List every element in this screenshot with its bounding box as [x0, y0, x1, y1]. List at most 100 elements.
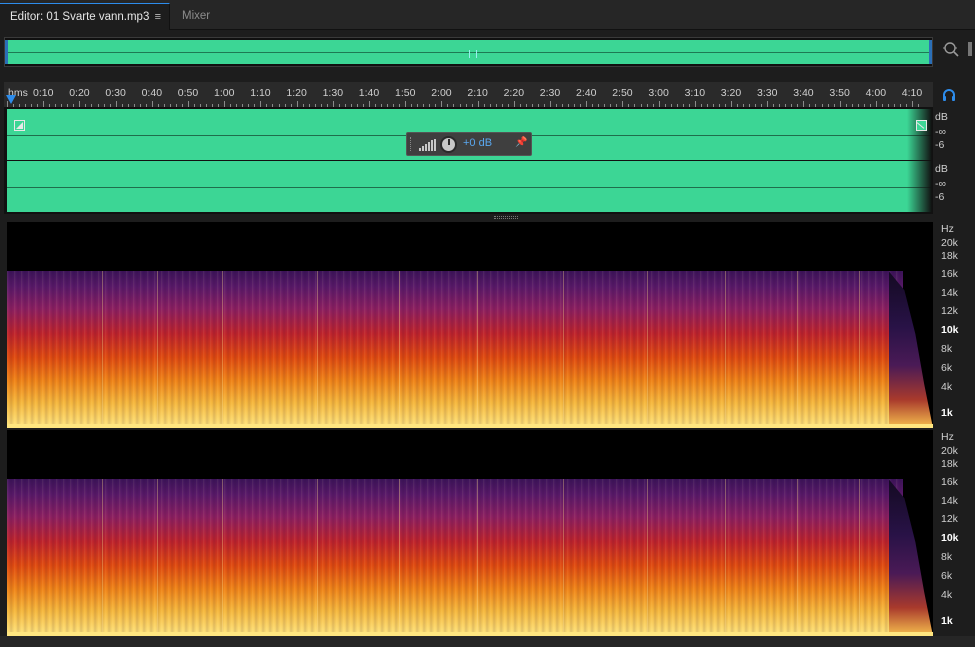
spectral-transient [317, 479, 318, 636]
hz-label: 20k [941, 237, 958, 249]
hz-label: 6k [941, 362, 953, 374]
ruler-tick [429, 104, 431, 107]
ruler-tick [598, 104, 600, 107]
volume-hud[interactable]: +0 dB 📌 [406, 132, 532, 156]
hz-unit: Hz [941, 431, 954, 443]
time-ruler[interactable]: hms 0:10 0:20 0:30 0:40 0:50 1:00 1:10 1:20 1:30… [4, 82, 933, 108]
spectral-transient [563, 271, 564, 428]
hz-label: 8k [941, 551, 953, 563]
ruler-time-label: 2:10 [467, 87, 488, 99]
ruler-tick [350, 104, 352, 107]
zoom-icon[interactable] [940, 40, 962, 62]
status-strip [0, 636, 975, 647]
waveform-channel-right[interactable] [7, 161, 933, 212]
ruler-tick [513, 101, 515, 107]
ruler-tick [586, 101, 588, 107]
view-splitter[interactable] [4, 214, 933, 222]
ruler-tick [676, 104, 678, 107]
ruler-tick [61, 104, 63, 107]
spectral-transient [477, 271, 478, 428]
hz-label: 20k [941, 445, 958, 457]
ruler-tick [242, 104, 244, 107]
tab-mixer[interactable]: Mixer [172, 3, 220, 30]
gain-value[interactable]: +0 dB [463, 137, 492, 149]
ruler-tick [139, 104, 141, 107]
hz-label: 12k [941, 305, 958, 317]
gain-knob[interactable] [440, 136, 457, 153]
ruler-tick [489, 104, 491, 107]
hz-label: 4k [941, 381, 953, 393]
ruler-time-label: 3:40 [793, 87, 814, 99]
spectral-transient [563, 479, 564, 636]
hz-label: 18k [941, 458, 958, 470]
tab-editor[interactable]: Editor: 01 Svarte vann.mp3 ≡ [0, 3, 170, 30]
ruler-time-label: 3:10 [684, 87, 706, 99]
fade-out-handle-icon[interactable] [916, 120, 927, 131]
fade-in-handle-icon[interactable] [14, 120, 25, 131]
ruler-time-label: 0:20 [69, 87, 90, 99]
db-scale-channel-1: dB -∞ -6 [935, 111, 975, 151]
ruler-tick [441, 101, 443, 107]
pin-icon[interactable]: 📌 [515, 137, 527, 148]
hz-unit: Hz [941, 223, 954, 235]
ruler-tick [658, 101, 660, 107]
ruler-tick [206, 104, 208, 107]
headphone-icon[interactable] [942, 88, 956, 102]
ruler-tick [459, 104, 461, 107]
ruler-tick [640, 104, 642, 107]
spectral-transient [477, 479, 478, 636]
ruler-tick [157, 104, 159, 107]
ruler-tick [562, 104, 564, 107]
ruler-tick [791, 104, 793, 107]
ruler-time-label: 4:10 [901, 87, 923, 99]
ruler-tick [290, 104, 292, 107]
hud-drag-handle-icon[interactable] [410, 137, 413, 151]
ruler-tick [145, 104, 147, 107]
ruler-tick [284, 104, 286, 107]
ruler-tick [121, 104, 123, 107]
ruler-tick [194, 104, 196, 107]
ruler-tick [181, 104, 183, 107]
ruler-tick [326, 104, 328, 107]
ruler-time-label: 1:30 [322, 87, 344, 99]
spectral-display-right[interactable] [7, 430, 933, 636]
ruler-tick [537, 104, 539, 107]
spectral-fadeout [889, 479, 933, 636]
ruler-tick [839, 101, 841, 107]
ruler-tick [236, 104, 238, 107]
ruler-tick [25, 104, 27, 107]
ruler-tick [893, 104, 895, 107]
ruler-time-label: 0:10 [33, 87, 54, 99]
ruler-tick [79, 101, 81, 107]
spectral-display-left[interactable] [7, 222, 933, 428]
tab-editor-label: Editor: 01 Svarte vann.mp3 [10, 11, 150, 23]
ruler-tick [628, 104, 630, 107]
overview-left-handle[interactable] [5, 40, 8, 64]
ruler-time-label: 1:40 [358, 87, 380, 99]
ruler-tick [127, 104, 129, 107]
overview-grip-icon[interactable] [468, 50, 477, 58]
ruler-tick [646, 104, 648, 107]
ruler-tick [737, 104, 739, 107]
spectral-transient [157, 479, 158, 636]
ruler-tick [688, 104, 690, 107]
overview-right-handle[interactable] [929, 40, 932, 64]
ruler-tick [266, 104, 268, 107]
hz-label: 16k [941, 268, 958, 280]
waveform-display[interactable] [4, 108, 933, 214]
hz-label: 14k [941, 495, 958, 507]
ruler-tick [483, 104, 485, 107]
hz-scale-right: Hz 20k 18k 16k 14k 12k 10k 8k 6k 4k 1k [935, 430, 975, 636]
overview-waveform [8, 40, 929, 64]
waveform-centerline [7, 186, 933, 188]
overview-navigator[interactable] [4, 37, 933, 67]
spectral-transient [859, 479, 860, 636]
tab-menu-icon[interactable]: ≡ [155, 4, 161, 30]
ruler-tick [827, 104, 829, 107]
ruler-tick [109, 104, 111, 107]
ruler-tick [718, 104, 720, 107]
splitter-grip-icon[interactable] [494, 216, 518, 219]
hz-label: 16k [941, 476, 958, 488]
ruler-tick [308, 104, 310, 107]
spectral-transient [647, 271, 648, 428]
